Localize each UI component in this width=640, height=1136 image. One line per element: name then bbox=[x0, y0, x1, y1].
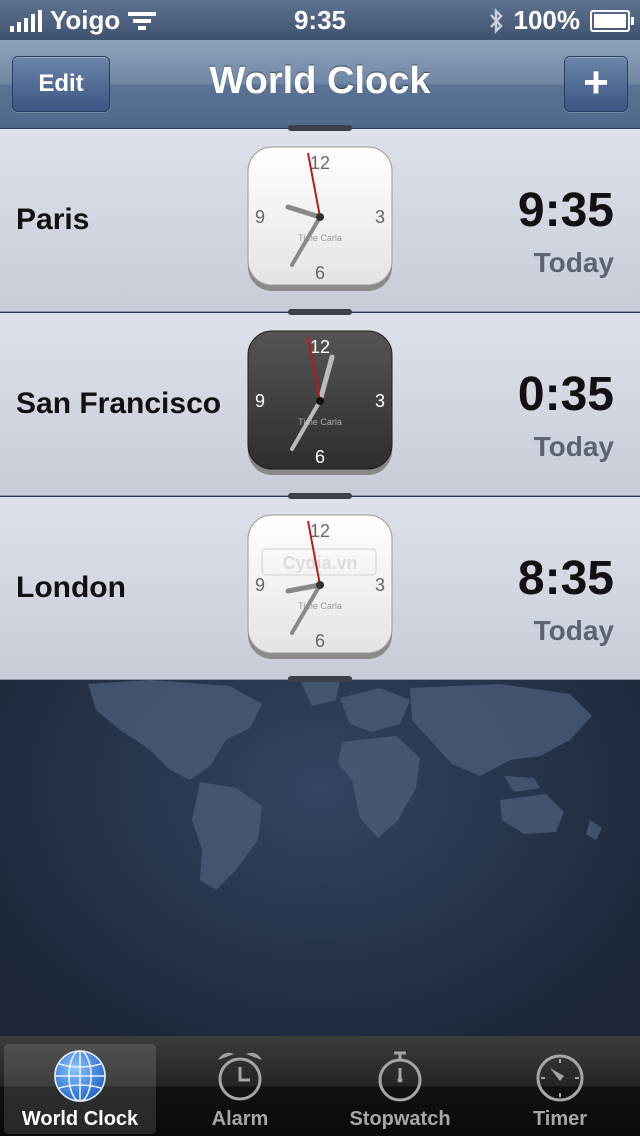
row-notch bbox=[288, 125, 352, 131]
analog-clock-icon: 12 3 6 9 Time Carla bbox=[247, 330, 393, 475]
tab-bar: World Clock Alarm Stopwatch Timer bbox=[0, 1036, 640, 1136]
world-map-background bbox=[0, 676, 640, 1036]
analog-clock-icon: 12 3 6 9 Cydia.vn Time Carla bbox=[247, 514, 393, 659]
status-right: 100% bbox=[488, 5, 634, 36]
svg-text:9: 9 bbox=[255, 391, 265, 411]
svg-text:3: 3 bbox=[375, 575, 385, 595]
city-day: Today bbox=[533, 431, 614, 462]
globe-icon bbox=[54, 1050, 106, 1102]
watermark: Cydia.vn bbox=[282, 553, 357, 573]
tab-timer[interactable]: Timer bbox=[484, 1044, 636, 1134]
city-time: 9:35 bbox=[517, 184, 614, 237]
svg-text:9: 9 bbox=[255, 575, 265, 595]
row-notch bbox=[288, 676, 352, 682]
city-day: Today bbox=[533, 615, 614, 646]
analog-clock-icon: 12 3 6 9 Time Carla bbox=[247, 146, 393, 291]
tab-world-clock[interactable]: World Clock bbox=[4, 1044, 156, 1134]
city-time: 0:35 bbox=[517, 368, 614, 421]
svg-text:3: 3 bbox=[375, 391, 385, 411]
svg-text:12: 12 bbox=[310, 337, 330, 357]
stopwatch-icon bbox=[378, 1051, 422, 1102]
alarm-clock-icon bbox=[218, 1052, 262, 1101]
battery-percent: 100% bbox=[513, 5, 581, 35]
city-row-paris[interactable]: Paris 12 3 6 9 Time Carla 9:35 Today bbox=[0, 125, 640, 312]
navigation-bar: Edit World Clock + bbox=[0, 40, 640, 129]
tab-alarm[interactable]: Alarm bbox=[164, 1044, 316, 1134]
world-map-icon bbox=[88, 680, 602, 890]
status-bar: Yoigo 9:35 100% bbox=[0, 0, 640, 40]
svg-text:3: 3 bbox=[375, 207, 385, 227]
svg-text:6: 6 bbox=[315, 447, 325, 467]
city-name: Paris bbox=[16, 203, 90, 236]
tab-label: Timer bbox=[532, 1108, 588, 1130]
page-title: World Clock bbox=[209, 60, 431, 102]
city-time: 8:35 bbox=[517, 552, 614, 605]
city-day: Today bbox=[533, 247, 614, 278]
row-notch bbox=[288, 493, 352, 499]
city-name: San Francisco bbox=[16, 387, 222, 420]
svg-text:6: 6 bbox=[315, 263, 325, 283]
timer-icon bbox=[536, 1054, 584, 1102]
tab-stopwatch[interactable]: Stopwatch bbox=[324, 1044, 476, 1134]
city-name: London bbox=[16, 571, 126, 604]
city-row-london[interactable]: London 12 3 6 9 Cydia.vn Time Carla 8:35… bbox=[0, 493, 640, 680]
bluetooth-icon bbox=[489, 7, 503, 34]
svg-text:9: 9 bbox=[255, 207, 265, 227]
svg-text:12: 12 bbox=[310, 153, 330, 173]
svg-text:12: 12 bbox=[310, 521, 330, 541]
tab-label: Alarm bbox=[211, 1108, 269, 1130]
city-row-san-francisco[interactable]: San Francisco 12 3 6 9 Time Carla 0:35 T… bbox=[0, 309, 640, 496]
tab-label: World Clock bbox=[21, 1108, 139, 1130]
svg-text:6: 6 bbox=[315, 631, 325, 651]
tab-label: Stopwatch bbox=[349, 1108, 451, 1130]
row-notch bbox=[288, 309, 352, 315]
battery-icon bbox=[590, 9, 634, 32]
add-city-button[interactable]: + bbox=[564, 56, 628, 112]
